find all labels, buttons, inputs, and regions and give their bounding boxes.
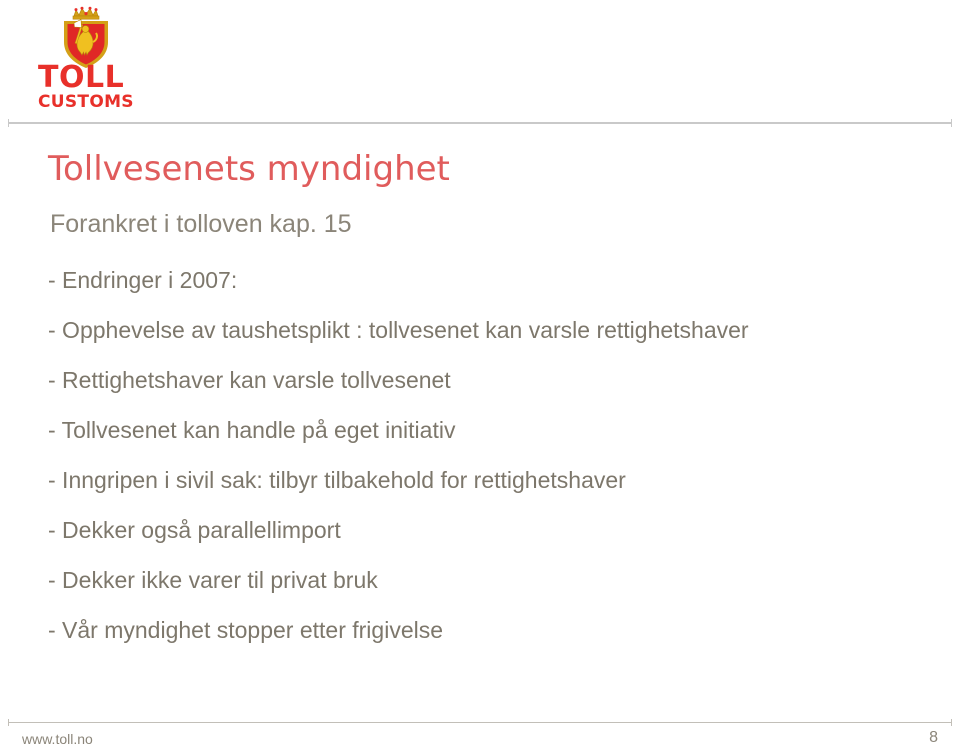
footer-url[interactable]: www.toll.no (22, 730, 93, 748)
page-number: 8 (929, 729, 938, 746)
footer-divider (8, 719, 952, 726)
list-item: - Opphevelse av taushetsplikt : tollvese… (48, 317, 749, 343)
list-item: - Inngripen i sivil sak: tilbyr tilbakeh… (48, 467, 626, 493)
page-title: Tollvesenets myndighet (48, 149, 450, 189)
list-item: - Vår myndighet stopper etter frigivelse (48, 617, 444, 643)
brand-wordmark: TOLL CUSTOMS (38, 60, 148, 112)
header-divider (8, 119, 952, 127)
list-item: - Dekker også parallellimport (48, 517, 341, 543)
wordmark-toll: TOLL (38, 60, 125, 95)
bullet-list: - Endringer i 2007: - Opphevelse av taus… (48, 266, 928, 666)
brand-logo: TOLL CUSTOMS (38, 6, 148, 112)
list-item: - Tollvesenet kan handle på eget initiat… (48, 417, 456, 443)
list-item: - Endringer i 2007: (48, 267, 238, 293)
page-subtitle: Forankret i tolloven kap. 15 (50, 210, 352, 238)
wordmark-customs: CUSTOMS (38, 92, 134, 112)
list-item: - Rettighetshaver kan varsle tollvesenet (48, 367, 451, 393)
list-item: - Dekker ikke varer til privat bruk (48, 567, 378, 593)
